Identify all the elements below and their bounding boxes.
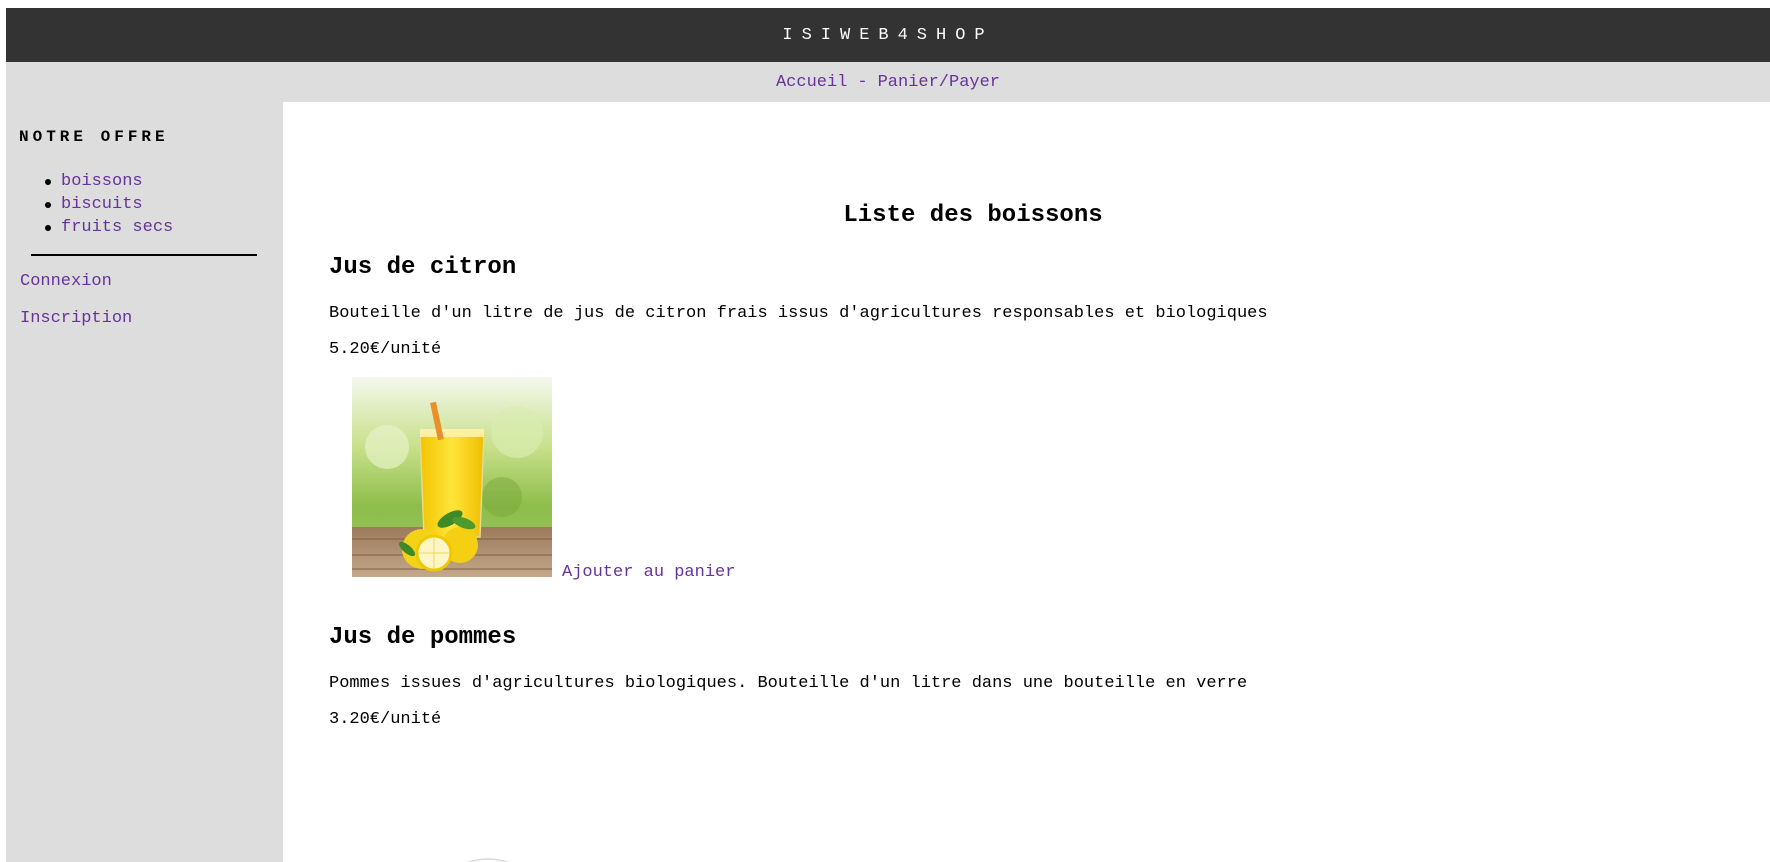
page-title: Liste des boissons — [843, 202, 1103, 229]
add-to-cart-link[interactable]: Ajouter au panier — [562, 563, 735, 582]
product-image-lemon-juice — [352, 377, 552, 577]
site-banner: ISIWEB4SHOP — [6, 8, 1770, 62]
category-link-biscuits[interactable]: biscuits — [61, 195, 143, 214]
category-link-fruits-secs[interactable]: fruits secs — [61, 218, 173, 237]
product-price: 3.20€/unité — [329, 710, 442, 729]
category-item: fruits secs — [28, 216, 173, 239]
sidebar-title: NOTRE OFFRE — [19, 128, 169, 146]
product-description: Pommes issues d'agricultures biologiques… — [329, 674, 1248, 693]
bullet-icon — [45, 178, 51, 185]
category-item: boissons — [28, 170, 173, 193]
top-navigation: Accueil - Panier/Payer — [6, 62, 1770, 102]
product-name: Jus de pommes — [329, 624, 517, 651]
bullet-icon — [45, 201, 51, 208]
product-price: 5.20€/unité — [329, 340, 442, 359]
sidebar: NOTRE OFFRE boissons biscuits fruits sec… — [6, 102, 283, 862]
main-content: Liste des boissons Jus de citron Bouteil… — [283, 102, 1770, 862]
site-title: ISIWEB4SHOP — [782, 25, 994, 45]
sidebar-divider — [31, 254, 257, 256]
product-description: Bouteille d'un litre de jus de citron fr… — [329, 304, 1268, 323]
category-link-boissons[interactable]: boissons — [61, 172, 143, 191]
nav-cart-link[interactable]: Panier/Payer — [878, 73, 1000, 92]
product-image-apple-juice — [467, 858, 509, 862]
register-link[interactable]: Inscription — [20, 309, 132, 328]
login-link[interactable]: Connexion — [20, 272, 112, 291]
bullet-icon — [45, 224, 51, 231]
category-list: boissons biscuits fruits secs — [28, 170, 173, 239]
product-name: Jus de citron — [329, 254, 517, 281]
nav-home-link[interactable]: Accueil — [776, 73, 847, 92]
category-item: biscuits — [28, 193, 173, 216]
nav-separator: - — [857, 72, 868, 92]
